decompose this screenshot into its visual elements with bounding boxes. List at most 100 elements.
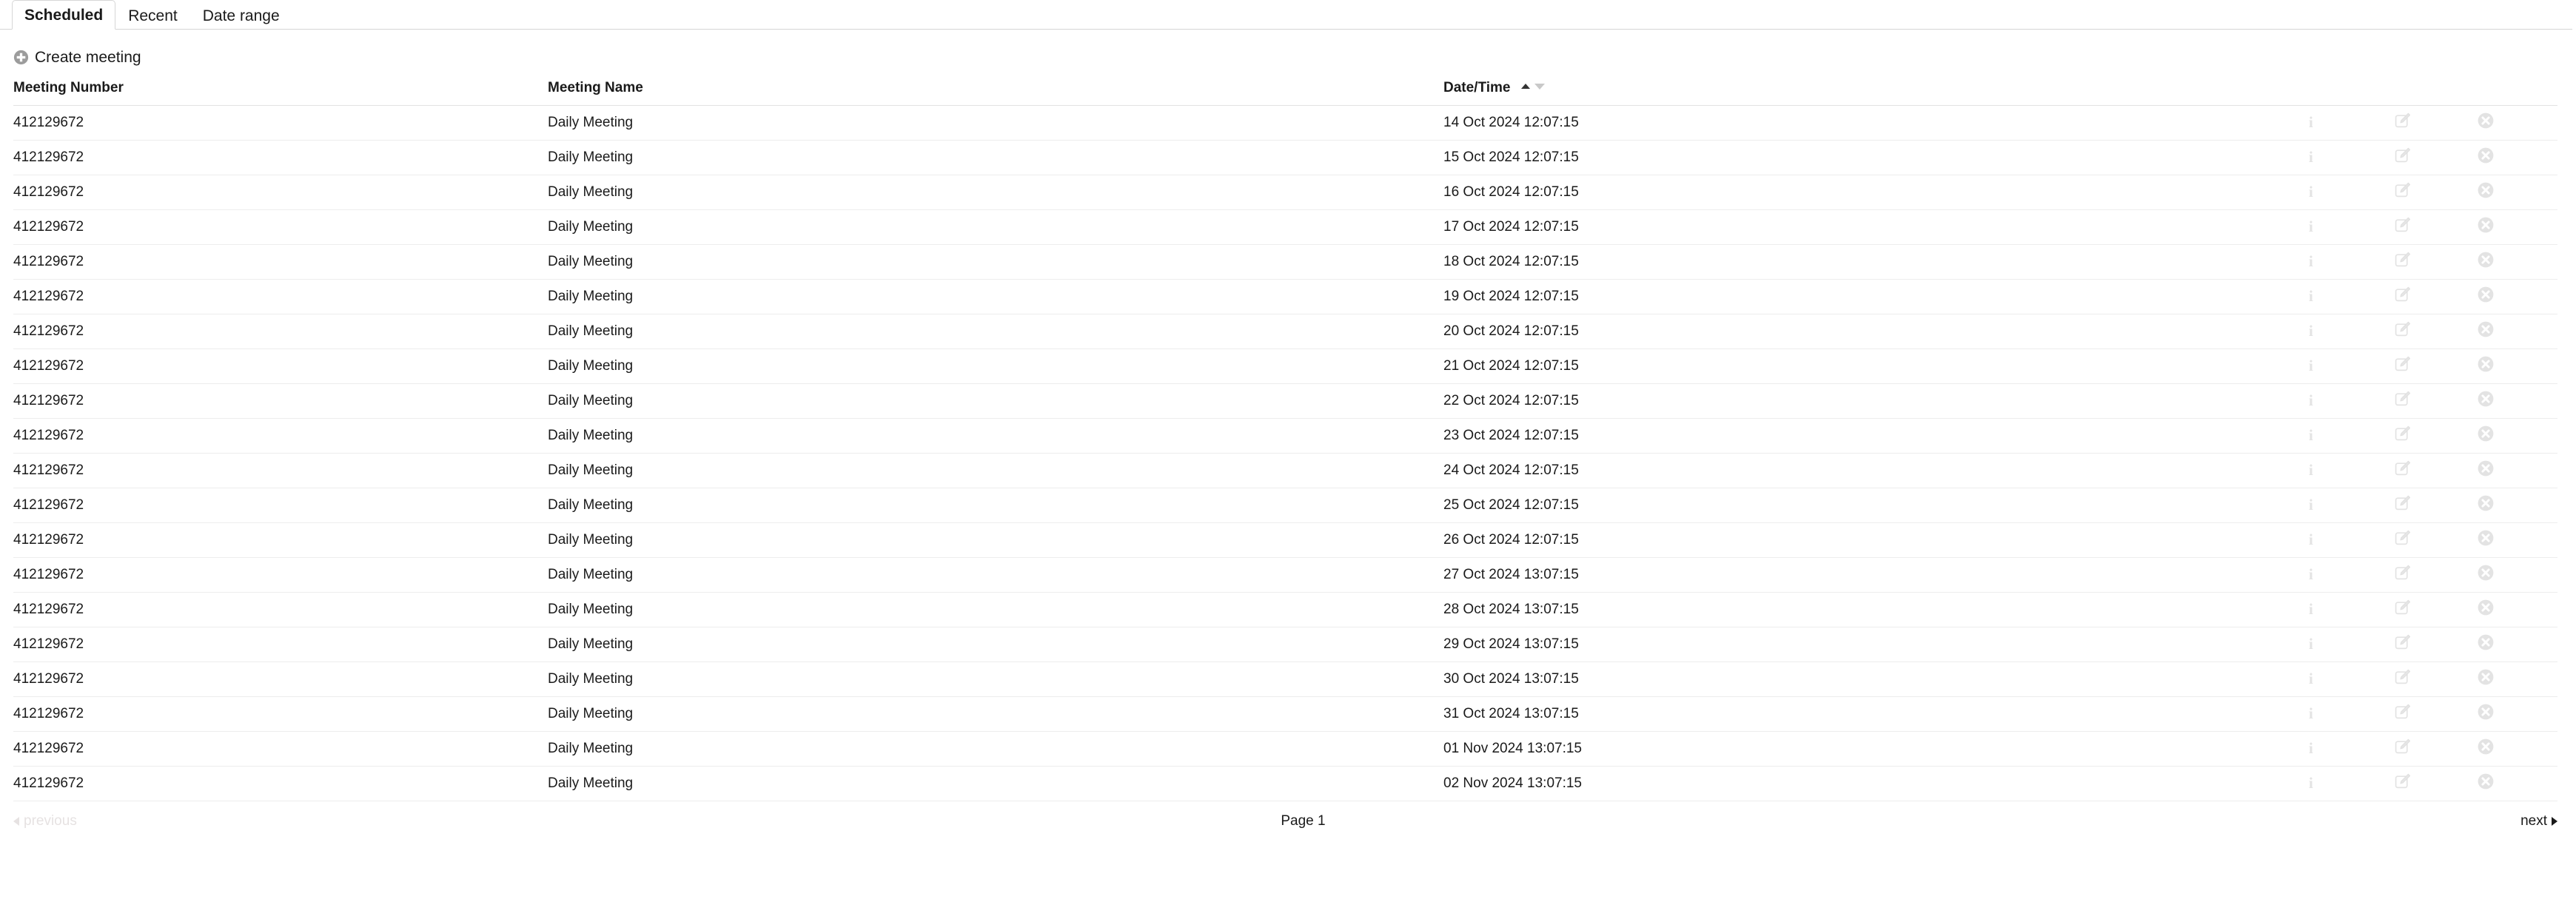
info-button[interactable]: i [2309, 357, 2313, 374]
info-button[interactable]: i [2309, 149, 2313, 165]
delete-icon [2478, 565, 2494, 581]
edit-button[interactable] [2394, 112, 2412, 129]
edit-button[interactable] [2394, 564, 2412, 582]
table-row[interactable]: 412129672 Daily Meeting 23 Oct 2024 12:07:… [13, 418, 2557, 454]
edit-button[interactable] [2394, 251, 2412, 269]
table-row[interactable]: 412129672 Daily Meeting 14 Oct 2024 12:07:… [13, 105, 2557, 141]
table-row[interactable]: 412129672 Daily Meeting 17 Oct 2024 12:07:… [13, 209, 2557, 245]
delete-button[interactable] [2477, 633, 2495, 651]
table-row[interactable]: 412129672 Daily Meeting 15 Oct 2024 12:07:… [13, 140, 2557, 175]
edit-button[interactable] [2394, 181, 2412, 199]
delete-button[interactable] [2477, 320, 2495, 338]
edit-button[interactable] [2394, 355, 2412, 373]
table-row[interactable]: 412129672 Daily Meeting 28 Oct 2024 13:07:… [13, 592, 2557, 627]
delete-button[interactable] [2477, 703, 2495, 721]
edit-button[interactable] [2394, 286, 2412, 303]
edit-button[interactable] [2394, 738, 2412, 755]
table-row[interactable]: 412129672 Daily Meeting 27 Oct 2024 13:07:… [13, 557, 2557, 593]
delete-button[interactable] [2477, 355, 2495, 373]
edit-button[interactable] [2394, 425, 2412, 442]
delete-button[interactable] [2477, 494, 2495, 512]
info-button[interactable]: i [2309, 184, 2313, 200]
info-button[interactable]: i [2309, 531, 2313, 548]
delete-button[interactable] [2477, 738, 2495, 755]
delete-button[interactable] [2477, 181, 2495, 199]
info-button[interactable]: i [2309, 392, 2313, 408]
column-header-datetime[interactable]: Date/Time [1443, 80, 2309, 106]
info-button[interactable]: i [2309, 775, 2313, 791]
edit-button[interactable] [2394, 460, 2412, 477]
info-button[interactable]: i [2309, 288, 2313, 304]
table-row[interactable]: 412129672 Daily Meeting 25 Oct 2024 12:07:… [13, 488, 2557, 523]
column-header-meeting-name[interactable]: Meeting Name [548, 80, 1443, 106]
delete-button[interactable] [2477, 390, 2495, 408]
delete-button[interactable] [2477, 216, 2495, 234]
table-row[interactable]: 412129672 Daily Meeting 21 Oct 2024 12:07:… [13, 349, 2557, 384]
meeting-number-value: 412129672 [13, 636, 84, 652]
previous-page-button[interactable]: previous [13, 813, 77, 829]
cell-meeting-number: 412129672 [13, 627, 548, 662]
table-row[interactable]: 412129672 Daily Meeting 26 Oct 2024 12:07:… [13, 522, 2557, 558]
cell-datetime: 28 Oct 2024 13:07:15 [1443, 592, 2309, 627]
edit-button[interactable] [2394, 494, 2412, 512]
delete-button[interactable] [2477, 112, 2495, 129]
info-button[interactable]: i [2309, 705, 2313, 721]
info-button[interactable]: i [2309, 740, 2313, 756]
edit-button[interactable] [2394, 703, 2412, 721]
table-row[interactable]: 412129672 Daily Meeting 20 Oct 2024 12:07:… [13, 314, 2557, 349]
cell-datetime: 23 Oct 2024 12:07:15 [1443, 418, 2309, 454]
info-button[interactable]: i [2309, 114, 2313, 130]
info-button[interactable]: i [2309, 462, 2313, 478]
info-button[interactable]: i [2309, 323, 2313, 339]
table-row[interactable]: 412129672 Daily Meeting 29 Oct 2024 13:07:… [13, 627, 2557, 662]
edit-button[interactable] [2394, 668, 2412, 686]
delete-button[interactable] [2477, 668, 2495, 686]
tab-recent[interactable]: Recent [115, 0, 190, 30]
info-button[interactable]: i [2309, 636, 2313, 652]
table-row[interactable]: 412129672 Daily Meeting 24 Oct 2024 12:07:… [13, 453, 2557, 488]
table-row[interactable]: 412129672 Daily Meeting 30 Oct 2024 13:07:… [13, 662, 2557, 697]
edit-button[interactable] [2394, 599, 2412, 616]
delete-button[interactable] [2477, 286, 2495, 303]
next-page-button[interactable]: next [2520, 813, 2557, 829]
info-button[interactable]: i [2309, 566, 2313, 582]
delete-button[interactable] [2477, 564, 2495, 582]
info-button[interactable]: i [2309, 253, 2313, 269]
tab-scheduled[interactable]: Scheduled [12, 0, 116, 30]
edit-button[interactable] [2394, 529, 2412, 547]
table-row[interactable]: 412129672 Daily Meeting 18 Oct 2024 12:07:… [13, 244, 2557, 280]
sort-descending-icon[interactable] [1534, 83, 1545, 90]
delete-button[interactable] [2477, 599, 2495, 616]
table-row[interactable]: 412129672 Daily Meeting 01 Nov 2024 13:07:… [13, 731, 2557, 767]
delete-button[interactable] [2477, 251, 2495, 269]
edit-button[interactable] [2394, 216, 2412, 234]
info-button[interactable]: i [2309, 218, 2313, 235]
meeting-datetime-value: 20 Oct 2024 12:07:15 [1443, 323, 1579, 339]
table-row[interactable]: 412129672 Daily Meeting 31 Oct 2024 13:07:… [13, 696, 2557, 732]
table-row[interactable]: 412129672 Daily Meeting 19 Oct 2024 12:07:… [13, 279, 2557, 314]
info-button[interactable]: i [2309, 496, 2313, 513]
column-header-edit [2394, 80, 2477, 106]
edit-button[interactable] [2394, 147, 2412, 164]
cell-edit-action [2394, 731, 2477, 767]
tab-date-range[interactable]: Date range [190, 0, 292, 30]
table-row[interactable]: 412129672 Daily Meeting 16 Oct 2024 12:07:… [13, 175, 2557, 210]
edit-button[interactable] [2394, 633, 2412, 651]
info-button[interactable]: i [2309, 601, 2313, 617]
info-button[interactable]: i [2309, 670, 2313, 687]
column-header-meeting-number[interactable]: Meeting Number [13, 80, 548, 106]
delete-button[interactable] [2477, 460, 2495, 477]
table-row[interactable]: 412129672 Daily Meeting 22 Oct 2024 12:07:… [13, 383, 2557, 419]
create-meeting-button[interactable]: Create meeting [13, 50, 141, 65]
delete-button[interactable] [2477, 147, 2495, 164]
delete-button[interactable] [2477, 529, 2495, 547]
table-row[interactable]: 412129672 Daily Meeting 02 Nov 2024 13:07:… [13, 766, 2557, 801]
delete-button[interactable] [2477, 772, 2495, 790]
delete-button[interactable] [2477, 425, 2495, 442]
edit-button[interactable] [2394, 390, 2412, 408]
meeting-number-value: 412129672 [13, 775, 84, 791]
sort-ascending-icon[interactable] [1520, 84, 1530, 90]
edit-button[interactable] [2394, 320, 2412, 338]
info-button[interactable]: i [2309, 427, 2313, 443]
edit-button[interactable] [2394, 772, 2412, 790]
